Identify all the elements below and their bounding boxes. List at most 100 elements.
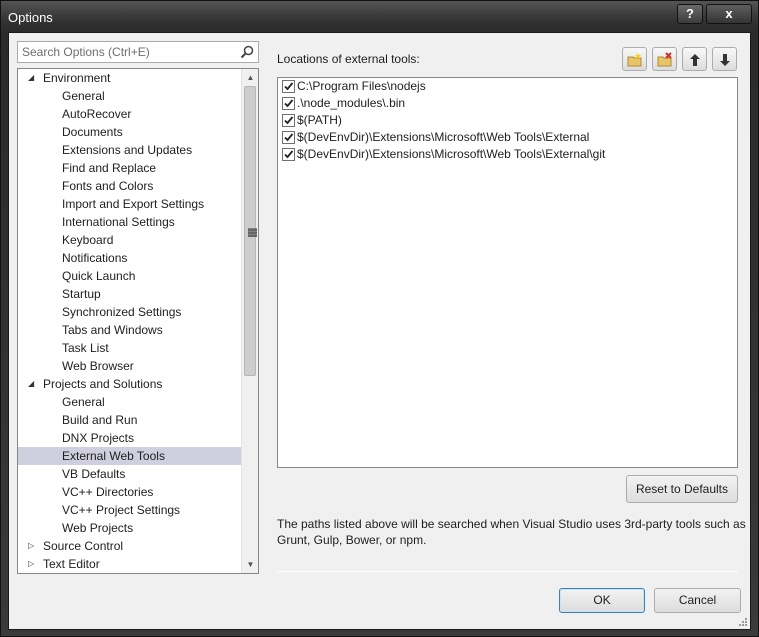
help-icon: ?	[686, 6, 694, 21]
tree-item-label: Extensions and Updates	[62, 143, 193, 157]
tree-item-label: Import and Export Settings	[62, 197, 205, 211]
ok-button[interactable]: OK	[559, 588, 645, 613]
tree-item[interactable]: Build and Run	[18, 411, 241, 429]
tree-item[interactable]: Web Browser	[18, 357, 241, 375]
scroll-down-icon[interactable]: ▼	[242, 556, 258, 573]
tree-item[interactable]: AutoRecover	[18, 105, 241, 123]
tree-item[interactable]: Synchronized Settings	[18, 303, 241, 321]
tree-item[interactable]: Find and Replace	[18, 159, 241, 177]
tree-item[interactable]: Tabs and Windows	[18, 321, 241, 339]
tree-item[interactable]: VC++ Project Settings	[18, 501, 241, 519]
tree-category[interactable]: ▷ Text Editor	[18, 555, 241, 573]
tree-item[interactable]: Startup	[18, 285, 241, 303]
remove-folder-button[interactable]	[652, 47, 677, 71]
title-bar[interactable]: Options ? x	[1, 1, 758, 33]
tree-item-label: General	[62, 89, 105, 103]
tree-item-label: Tabs and Windows	[62, 323, 163, 337]
path-text: $(DevEnvDir)\Extensions\Microsoft\Web To…	[297, 130, 590, 144]
tree-category[interactable]: ◢ Projects and Solutions	[18, 375, 241, 393]
arrow-up-icon	[690, 54, 700, 66]
path-list-item[interactable]: .\node_modules\.bin	[278, 95, 737, 112]
tree-item-label: VC++ Directories	[62, 485, 154, 499]
tree-item[interactable]: Import and Export Settings	[18, 195, 241, 213]
tree-item[interactable]: Extensions and Updates	[18, 141, 241, 159]
path-list-item[interactable]: $(PATH)	[278, 112, 737, 129]
tree-item-label: Task List	[62, 341, 109, 355]
search-box	[17, 41, 259, 63]
help-button[interactable]: ?	[677, 4, 703, 24]
resize-grip-icon[interactable]	[738, 617, 748, 627]
checkmark-icon	[284, 82, 294, 91]
expanded-triangle-icon[interactable]: ◢	[28, 69, 38, 87]
grip-icon: ▬ ▬ ▬	[248, 223, 257, 239]
locations-label: Locations of external tools:	[277, 52, 420, 66]
path-text: $(DevEnvDir)\Extensions\Microsoft\Web To…	[297, 147, 606, 161]
tree-item[interactable]: Web Projects	[18, 519, 241, 537]
tree-item[interactable]: General	[18, 87, 241, 105]
path-checkbox[interactable]	[282, 80, 295, 93]
search-input[interactable]	[18, 42, 233, 62]
add-folder-button[interactable]	[622, 47, 647, 71]
arrow-down-icon	[720, 54, 730, 66]
path-checkbox[interactable]	[282, 97, 295, 110]
tree-category[interactable]: ◢ Environment	[18, 69, 241, 87]
tree-category[interactable]: ▷ Source Control	[18, 537, 241, 555]
tree-item[interactable]: Notifications	[18, 249, 241, 267]
tree-list: ◢ Environment General AutoRecover Documents E…	[18, 69, 241, 573]
checkmark-icon	[284, 133, 294, 142]
search-icon[interactable]	[240, 45, 254, 59]
close-button[interactable]: x	[706, 4, 752, 24]
tree-item-label: Web Browser	[62, 359, 134, 373]
tree-item-label: Documents	[62, 125, 123, 139]
tree-item[interactable]: Fonts and Colors	[18, 177, 241, 195]
path-list-item[interactable]: $(DevEnvDir)\Extensions\Microsoft\Web To…	[278, 129, 737, 146]
scroll-thumb[interactable]: ▬ ▬ ▬	[244, 86, 257, 376]
tree-item-label: Fonts and Colors	[62, 179, 154, 193]
window-title: Options	[8, 10, 53, 25]
path-checkbox[interactable]	[282, 114, 295, 127]
tree-item-label: DNX Projects	[62, 431, 135, 445]
tree-item[interactable]: VC++ Directories	[18, 483, 241, 501]
tree-item-label: AutoRecover	[62, 107, 132, 121]
path-checkbox[interactable]	[282, 131, 295, 144]
close-icon: x	[725, 6, 733, 21]
expanded-triangle-icon[interactable]: ◢	[28, 375, 38, 393]
tree-item[interactable]: International Settings	[18, 213, 241, 231]
cancel-button[interactable]: Cancel	[654, 588, 741, 613]
path-text: C:\Program Files\nodejs	[297, 79, 426, 93]
scroll-up-icon[interactable]: ▲	[242, 69, 258, 86]
move-down-button[interactable]	[712, 47, 737, 71]
dialog-client-area: ◢ Environment General AutoRecover Documents E…	[8, 32, 751, 630]
path-text: .\node_modules\.bin	[297, 96, 406, 110]
path-checkbox[interactable]	[282, 148, 295, 161]
path-text: $(PATH)	[297, 113, 342, 127]
tree-item-label: Text Editor	[43, 557, 100, 571]
tree-item[interactable]: DNX Projects	[18, 429, 241, 447]
tree-item-label: Startup	[62, 287, 101, 301]
tree-item-label: Projects and Solutions	[43, 377, 163, 391]
checkmark-icon	[284, 99, 294, 108]
tree-scrollbar[interactable]: ▲ ▬ ▬ ▬ ▼	[241, 69, 258, 573]
move-up-button[interactable]	[682, 47, 707, 71]
tree-item[interactable]: Documents	[18, 123, 241, 141]
tree-item[interactable]: Keyboard	[18, 231, 241, 249]
path-list-item[interactable]: $(DevEnvDir)\Extensions\Microsoft\Web To…	[278, 146, 737, 163]
tree-item-label: Quick Launch	[62, 269, 136, 283]
tree-item-label: International Settings	[62, 215, 175, 229]
path-list-item[interactable]: C:\Program Files\nodejs	[278, 78, 737, 95]
options-dialog: Options ? x ◢ Environment General AutoRecov…	[0, 0, 759, 637]
tree-item-label: Build and Run	[62, 413, 138, 427]
tree-item-label: VB Defaults	[62, 467, 126, 481]
reset-to-defaults-button[interactable]: Reset to Defaults	[626, 475, 738, 503]
collapsed-triangle-icon[interactable]: ▷	[28, 555, 38, 573]
collapsed-triangle-icon[interactable]: ▷	[28, 537, 38, 555]
tree-item-label: General	[62, 395, 105, 409]
tree-item[interactable]: VB Defaults	[18, 465, 241, 483]
separator	[277, 571, 738, 572]
tree-item[interactable]: Quick Launch	[18, 267, 241, 285]
tree-item-label: Web Projects	[62, 521, 134, 535]
tree-item[interactable]: Task List	[18, 339, 241, 357]
tree-item-label: Notifications	[62, 251, 128, 265]
tree-item[interactable]: External Web Tools	[18, 447, 241, 465]
tree-item[interactable]: General	[18, 393, 241, 411]
